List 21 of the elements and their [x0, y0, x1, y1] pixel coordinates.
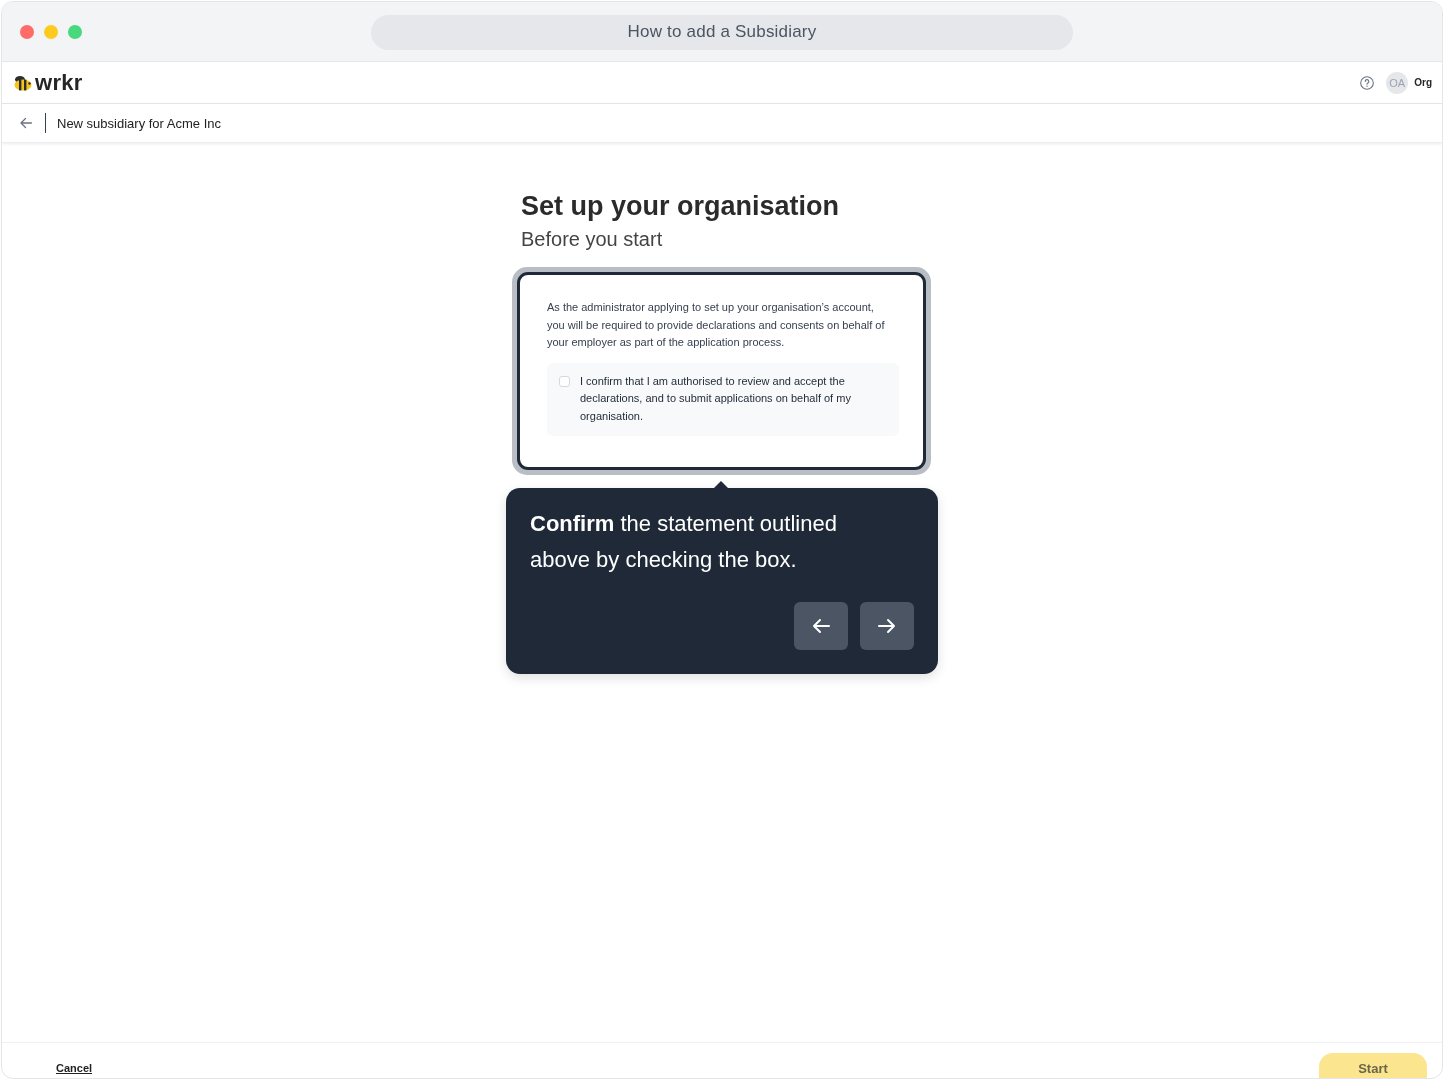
window-title: How to add a Subsidiary: [627, 22, 817, 42]
intro-text: As the administrator applying to set up your organisation’s account, you will be required to provide declarations and consents on behalf of your employer as part of the application process.: [547, 300, 886, 351]
arrow-right-icon: [877, 617, 897, 634]
back-arrow-icon[interactable]: [19, 116, 33, 130]
zoom-dot-icon[interactable]: [68, 24, 82, 39]
org-label[interactable]: Org: [1414, 77, 1432, 88]
page-subheading: Before you start: [521, 227, 664, 252]
close-dot-icon[interactable]: [20, 24, 34, 39]
help-icon[interactable]: [1360, 75, 1375, 90]
next-button[interactable]: [860, 601, 914, 650]
page-heading: Set up your organisation: [521, 190, 841, 223]
logo-wordmark: wrkr: [35, 69, 83, 96]
minimize-dot-icon[interactable]: [44, 24, 58, 39]
previous-button[interactable]: [794, 601, 848, 650]
cancel-link[interactable]: Cancel: [56, 1062, 93, 1074]
checkbox[interactable]: [559, 375, 570, 387]
tooltip-text: Confirm the statement outlined above by checking the box.: [530, 509, 838, 574]
arrow-left-icon: [811, 617, 831, 634]
bee-icon: [13, 74, 33, 91]
page-title: New subsidiary for Acme Inc: [57, 115, 221, 131]
confirm-label[interactable]: I confirm that I am authorised to review and accept the declarations, and to submit applications on behalf of my organisation.: [580, 372, 887, 426]
